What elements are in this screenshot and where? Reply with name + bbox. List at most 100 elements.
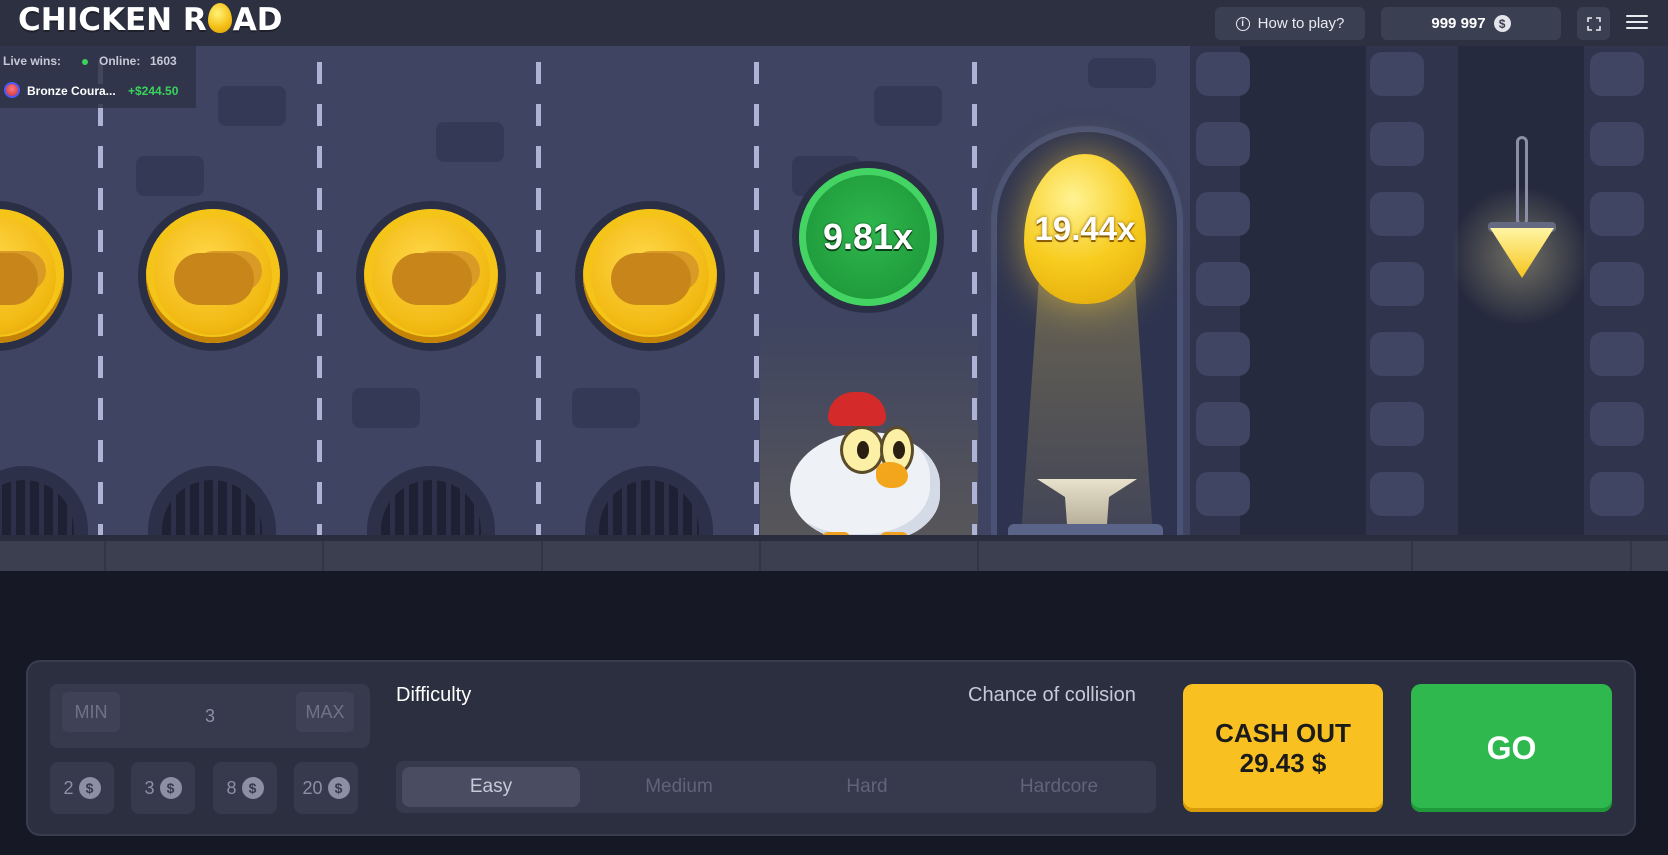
- wall-stone: [1196, 402, 1250, 446]
- passed-lane-coin: [0, 201, 72, 351]
- difficulty-selector: Easy Medium Hard Hardcore: [396, 761, 1156, 813]
- wall-stone: [1590, 262, 1644, 306]
- difficulty-tab-hard[interactable]: Hard: [778, 767, 956, 807]
- quick-bet-value: 8: [226, 777, 237, 798]
- bet-value[interactable]: 3: [180, 684, 240, 748]
- game-root: CHICKEN R AD i How to play? 999 997 $ 9.…: [0, 0, 1668, 855]
- wall-stone: [1370, 262, 1424, 306]
- wall-brick: [572, 388, 640, 428]
- chicken-beak: [876, 462, 908, 488]
- dollar-icon: $: [241, 777, 264, 799]
- difficulty-tab-hardcore[interactable]: Hardcore: [968, 767, 1150, 807]
- wall-brick: [136, 156, 204, 196]
- quick-bet-20[interactable]: 20 $: [294, 762, 358, 814]
- wall-brick: [1088, 58, 1156, 88]
- road-floor: [0, 541, 1668, 571]
- chicken-comb: [828, 392, 886, 426]
- wall-stone: [1370, 332, 1424, 376]
- cash-out-button[interactable]: CASH OUT 29.43 $: [1183, 684, 1383, 812]
- max-bet-button[interactable]: MAX: [296, 692, 354, 732]
- wall-stone: [1196, 472, 1250, 516]
- wall-stone: [1590, 52, 1644, 96]
- wall-stone: [1196, 52, 1250, 96]
- how-to-play-button[interactable]: i How to play?: [1215, 7, 1365, 40]
- dollar-icon: $: [159, 777, 182, 799]
- balance-display: 999 997 $: [1381, 7, 1561, 40]
- fullscreen-icon: [1586, 16, 1601, 31]
- quick-bet-value: 3: [144, 777, 155, 798]
- next-multiplier-label: 19.44x: [1034, 210, 1136, 247]
- dollar-icon: $: [78, 777, 101, 799]
- wall-stone: [1196, 122, 1250, 166]
- wall-brick: [352, 388, 420, 428]
- passed-lane-coin: [356, 201, 506, 351]
- wall-stone: [1196, 262, 1250, 306]
- difficulty-tab-easy[interactable]: Easy: [402, 767, 580, 807]
- balance-value: 999 997: [1431, 15, 1486, 32]
- online-label: Online:: [99, 54, 141, 68]
- menu-icon-bar: [1626, 21, 1648, 23]
- current-multiplier-label: 9.81x: [822, 216, 914, 257]
- game-scene: 9.81x 19.44x: [0, 46, 1668, 566]
- quick-bet-value: 20: [302, 777, 323, 798]
- dollar-icon: $: [327, 777, 350, 799]
- logo-text-right: AD: [232, 2, 283, 38]
- go-button[interactable]: GO: [1411, 684, 1612, 812]
- live-wins-panel: Live wins: Online: 1603 Bronze Coura... …: [0, 46, 196, 108]
- wall-stone: [1370, 122, 1424, 166]
- cash-out-label: CASH OUT: [1215, 718, 1351, 748]
- floor-seam: [541, 541, 543, 571]
- wall-stone: [1590, 192, 1644, 236]
- floor-seam: [322, 541, 324, 571]
- quick-bet-3[interactable]: 3 $: [131, 762, 195, 814]
- top-bar: CHICKEN R AD i How to play? 999 997 $: [0, 0, 1668, 46]
- bet-amount-input[interactable]: MIN 3 MAX: [50, 684, 370, 748]
- wall-brick: [874, 86, 942, 126]
- floor-seam: [1630, 541, 1632, 571]
- floor-seam: [977, 541, 979, 571]
- quick-bet-2[interactable]: 2 $: [50, 762, 114, 814]
- lamp-chain: [1516, 136, 1528, 226]
- wall-brick: [436, 122, 504, 162]
- winner-name: Bronze Coura...: [27, 84, 116, 98]
- passed-lane-coin: [138, 201, 288, 351]
- logo: CHICKEN R AD: [18, 2, 283, 38]
- lane-divider: [536, 62, 541, 562]
- wall-stone: [1590, 122, 1644, 166]
- menu-button[interactable]: [1626, 10, 1648, 34]
- min-bet-button[interactable]: MIN: [62, 692, 120, 732]
- wall-stone: [1590, 332, 1644, 376]
- online-count: 1603: [150, 54, 177, 68]
- wall-stone: [1196, 192, 1250, 236]
- wall-stone: [1370, 192, 1424, 236]
- cash-out-amount: 29.43 $: [1239, 748, 1327, 778]
- quick-bet-value: 2: [63, 777, 74, 798]
- how-to-play-label: How to play?: [1257, 15, 1345, 32]
- dollar-icon: $: [1493, 15, 1511, 32]
- lane-divider: [317, 62, 322, 562]
- wall-brick: [218, 86, 286, 126]
- wall-stone: [1196, 332, 1250, 376]
- lane-divider: [98, 62, 103, 562]
- floor-seam: [104, 541, 106, 571]
- floor-seam: [1411, 541, 1413, 571]
- floor-seam: [759, 541, 761, 571]
- wall-stone: [1370, 472, 1424, 516]
- logo-egg-icon: [207, 3, 232, 33]
- wall-stone: [1370, 402, 1424, 446]
- menu-icon-bar: [1626, 15, 1648, 17]
- lane-divider: [754, 62, 759, 562]
- current-multiplier-ring: 9.81x: [799, 168, 937, 306]
- info-icon: i: [1235, 16, 1250, 31]
- quick-bet-8[interactable]: 8 $: [213, 762, 277, 814]
- wall-stone: [1590, 472, 1644, 516]
- difficulty-tab-medium[interactable]: Medium: [590, 767, 768, 807]
- win-amount: +$244.50: [128, 84, 179, 98]
- passed-lane-coin: [575, 201, 725, 351]
- online-status-icon: [82, 59, 88, 65]
- fullscreen-button[interactable]: [1577, 7, 1610, 40]
- chicken-character: [790, 392, 950, 546]
- current-multiplier-coin: 9.81x: [792, 161, 944, 313]
- chance-of-collision-label: Chance of collision: [968, 684, 1136, 706]
- player-avatar: [4, 82, 20, 98]
